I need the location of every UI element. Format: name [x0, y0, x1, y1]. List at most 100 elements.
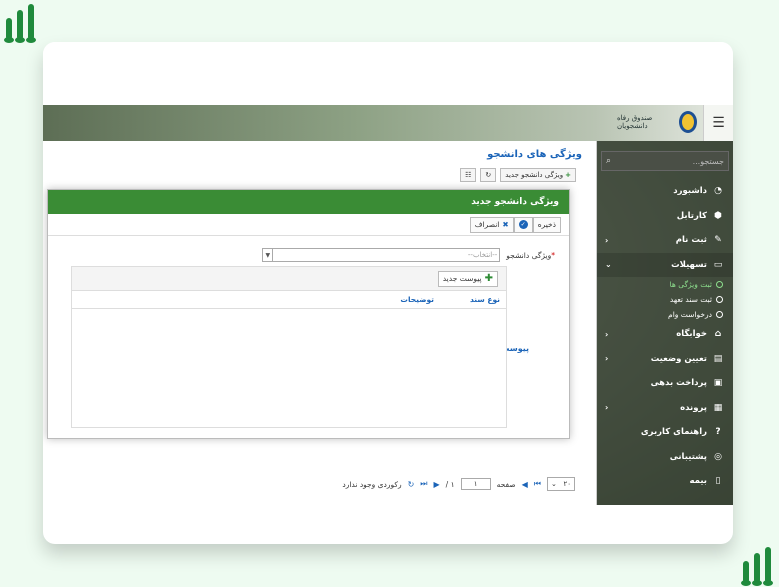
refresh-button[interactable]: ↻: [480, 168, 497, 182]
sidebar-item-label: پرونده: [680, 402, 707, 413]
chevron-left-icon: ‹: [605, 403, 609, 413]
attachment-grid: ✚ پیوست جدید نوع سند توضیحات: [71, 266, 507, 428]
feature-field-row: *ویژگی دانشجو --انتخاب-- ▼: [262, 248, 555, 262]
sidebar-item-cartable[interactable]: ⬢ کارتابل: [597, 204, 733, 229]
card-icon: ▭: [713, 259, 723, 270]
circle-icon: [716, 311, 723, 318]
save-button[interactable]: ذخیره: [532, 216, 561, 233]
prev-page-icon[interactable]: ◀: [522, 480, 528, 489]
brand: صندوق رفاه دانشجویان: [617, 108, 697, 136]
grid-toolbar: ✚ پیوست جدید: [72, 267, 506, 291]
brand-logo-bottom-right: [741, 545, 775, 586]
field-label: *ویژگی دانشجو: [506, 251, 555, 260]
sidebar-item-label: پرداخت بدهی: [650, 378, 707, 389]
dialog-toolbar: ذخیره ✓ ✖ انصراف: [48, 214, 569, 236]
page-size-select[interactable]: ۲۰ ⌄: [547, 477, 575, 491]
page-total: ۱ /: [445, 479, 455, 489]
sidebar-subitem-commitment[interactable]: ثبت سند تعهد: [597, 292, 733, 307]
select-placeholder: --انتخاب--: [467, 251, 498, 259]
next-page-icon[interactable]: ▶: [434, 480, 440, 489]
empty-records-text: رکوردی وجود ندارد: [342, 479, 402, 489]
cancel-label: انصراف: [474, 220, 500, 229]
check-circle-icon: ✓: [518, 220, 528, 229]
sidebar-subitem-label: ثبت ویژگی ها: [669, 280, 712, 289]
dropdown-arrow-icon[interactable]: ▼: [263, 249, 274, 261]
sidebar-item-label: تسهیلات: [671, 259, 707, 270]
chevron-left-icon: ‹: [605, 329, 609, 339]
money-icon: ▣: [713, 378, 723, 389]
app-window: صندوق رفاه دانشجویان ☰ جستجو... ⌕ ◔ داشب…: [43, 105, 733, 505]
column-doc-type[interactable]: نوع سند: [442, 295, 506, 304]
sidebar-item-label: بیمه: [689, 476, 707, 487]
folder-icon: ▦: [713, 402, 723, 413]
sidebar-item-dormitory[interactable]: ⌂ خوابگاه ‹: [597, 322, 733, 347]
refresh-icon: ↻: [485, 171, 492, 179]
search-placeholder: جستجو...: [692, 156, 724, 166]
list-icon: ☷: [465, 171, 472, 179]
refresh-icon[interactable]: ↻: [408, 480, 415, 489]
pager: ۲۰ ⌄ ⏮ ◀ صفحه ۱ ۱ / ▶ ⏭ ↻ رکوردی وجود ند…: [43, 475, 597, 493]
sidebar-item-support[interactable]: ◎ پشتیبانی: [597, 445, 733, 470]
edit-icon: ✎: [714, 235, 722, 246]
dashboard-icon: ◔: [714, 186, 722, 197]
plus-icon: ✚: [484, 273, 493, 284]
sidebar-item-label: خوابگاه: [676, 329, 707, 340]
panel-toolbar: + ویژگی دانشجو جدید ↻ ☷: [460, 168, 576, 182]
confirm-button[interactable]: ✓: [513, 216, 533, 233]
new-feature-button[interactable]: + ویژگی دانشجو جدید: [500, 168, 576, 182]
help-icon: ?: [715, 427, 721, 438]
new-feature-label: ویژگی دانشجو جدید: [505, 171, 564, 179]
new-feature-dialog: ویژگی دانشجو جدید ذخیره ✓ ✖ انصراف *ویژگ…: [47, 189, 570, 439]
app-header: صندوق رفاه دانشجویان ☰: [43, 105, 733, 141]
sidebar-item-label: ثبت نام: [675, 235, 707, 246]
last-page-icon[interactable]: ⏭: [420, 479, 427, 489]
sidebar-search-input[interactable]: جستجو... ⌕: [601, 151, 729, 171]
sidebar-subitem-features[interactable]: ثبت ویژگی ها: [597, 277, 733, 292]
field-label-text: ویژگی دانشجو: [506, 250, 552, 260]
circle-icon: [716, 296, 723, 303]
sidebar-subitem-label: ثبت سند تعهد: [669, 295, 712, 304]
box-icon: ⬢: [714, 210, 722, 221]
plus-icon: +: [565, 171, 571, 179]
save-label: ذخیره: [537, 220, 556, 229]
brand-text: صندوق رفاه دانشجویان: [617, 114, 653, 130]
card-top-area: [43, 42, 733, 105]
sidebar-item-label: راهنمای کاربری: [640, 427, 707, 438]
column-description[interactable]: توضیحات: [72, 295, 442, 304]
home-icon: ⌂: [714, 329, 722, 340]
chevron-down-icon: ⌄: [551, 480, 557, 488]
chevron-down-icon: ⌄: [605, 260, 612, 270]
sidebar-item-facilities[interactable]: ▭ تسهیلات ⌄: [597, 252, 733, 277]
sidebar-item-file[interactable]: ▦ پرونده ‹: [597, 396, 733, 421]
sidebar-item-label: کارتابل: [676, 210, 707, 221]
search-icon: ⌕: [606, 156, 612, 166]
chevron-left-icon: ‹: [605, 235, 609, 245]
grid-header: نوع سند توضیحات: [72, 291, 506, 309]
sidebar-item-user-guide[interactable]: ? راهنمای کاربری: [597, 420, 733, 445]
cancel-button[interactable]: ✖ انصراف: [469, 216, 514, 233]
page-label: صفحه: [496, 479, 516, 489]
sidebar-item-insurance[interactable]: ▯ بیمه: [597, 469, 733, 494]
screenshot-card: صندوق رفاه دانشجویان ☰ جستجو... ⌕ ◔ داشب…: [43, 42, 733, 544]
page-number-input[interactable]: ۱: [460, 478, 491, 490]
sidebar-item-status[interactable]: ▤ تعیین وضعیت ‹: [597, 347, 733, 372]
add-attachment-button[interactable]: ✚ پیوست جدید: [437, 270, 498, 287]
globe-icon: ◎: [714, 451, 722, 462]
first-page-icon[interactable]: ⏮: [534, 479, 541, 489]
chevron-left-icon: ‹: [605, 354, 609, 364]
doc-icon: ▯: [715, 476, 721, 487]
hamburger-menu-icon[interactable]: ☰: [703, 105, 733, 141]
sidebar: جستجو... ⌕ ◔ داشبورد ⬢ کارتابل ✎ ثبت نام…: [597, 141, 733, 505]
sidebar-subitem-loan-request[interactable]: درخواست وام: [597, 307, 733, 322]
page-title: ویژگی های دانشجو: [487, 149, 582, 160]
list-view-button[interactable]: ☷: [460, 168, 477, 182]
circle-icon: [716, 281, 723, 288]
sidebar-item-register[interactable]: ✎ ثبت نام ‹: [597, 228, 733, 253]
sidebar-item-debt-payment[interactable]: ▣ پرداخت بدهی: [597, 371, 733, 396]
add-attachment-label: پیوست جدید: [442, 274, 482, 283]
page-size-value: ۲۰: [563, 480, 571, 488]
feature-select[interactable]: --انتخاب-- ▼: [262, 248, 501, 262]
sidebar-item-label: تعیین وضعیت: [650, 353, 707, 364]
sidebar-item-dashboard[interactable]: ◔ داشبورد: [597, 179, 733, 204]
required-marker: *: [551, 250, 555, 260]
